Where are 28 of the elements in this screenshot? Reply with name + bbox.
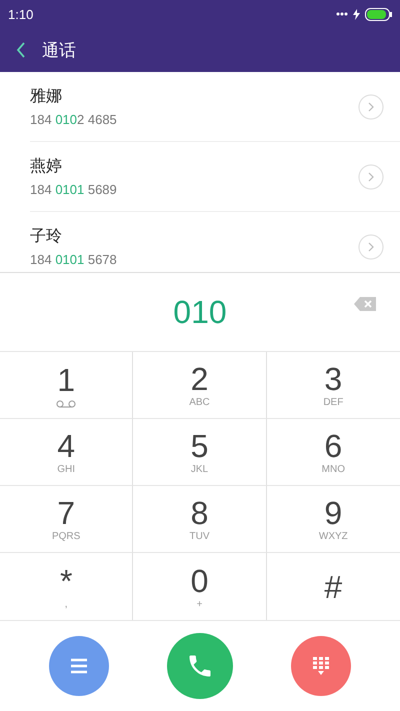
- menu-icon: [70, 658, 88, 674]
- keypad-key[interactable]: 1: [0, 352, 134, 419]
- battery-icon: [365, 8, 392, 20]
- contact-name: 子玲: [30, 227, 63, 247]
- more-dots-icon: [336, 12, 348, 16]
- dialpad-icon: [312, 656, 330, 676]
- header-title: 通话: [42, 40, 76, 62]
- keypad-key[interactable]: 2 ABC: [133, 352, 267, 419]
- status-time: 1:10: [8, 6, 34, 22]
- contact-row[interactable]: 子玲 184 0101 5678: [30, 212, 400, 272]
- contact-number: 184 0102 4685: [30, 112, 117, 127]
- chevron-circle-icon[interactable]: [358, 164, 384, 190]
- chevron-circle-icon[interactable]: [358, 234, 384, 260]
- keypad-key[interactable]: 5 JKL: [133, 419, 267, 486]
- dialed-number: 010: [173, 294, 227, 330]
- back-icon[interactable]: [16, 42, 26, 58]
- chevron-circle-icon[interactable]: [358, 94, 384, 120]
- contact-name: 燕婷: [30, 156, 63, 177]
- keypad-key[interactable]: 8 TUV: [133, 486, 267, 553]
- backspace-icon[interactable]: [354, 297, 376, 311]
- keypad-key[interactable]: 4 GHI: [0, 419, 134, 486]
- voicemail-icon: [56, 400, 76, 408]
- keypad-key[interactable]: 7 PQRS: [0, 486, 134, 553]
- contact-number: 184 0101 5678: [30, 252, 117, 267]
- contact-number: 184 0101 5689: [30, 182, 117, 197]
- contact-row[interactable]: 燕婷 184 0101 5689: [30, 142, 400, 212]
- contact-name: 雅娜: [30, 87, 63, 107]
- contact-row[interactable]: 雅娜 184 0102 4685: [30, 72, 400, 142]
